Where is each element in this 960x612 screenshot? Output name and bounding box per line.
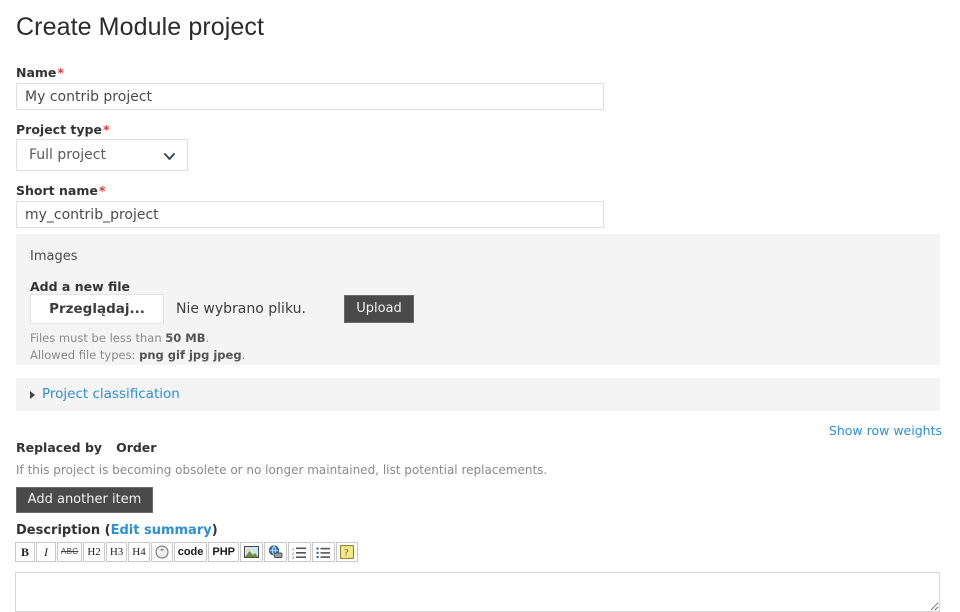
strikethrough-icon[interactable]: ABC bbox=[57, 542, 83, 562]
replaced-by-order-header: Replaced by Order bbox=[16, 440, 156, 455]
max-file-size-prefix: Files must be less than bbox=[30, 331, 166, 345]
chevron-down-icon bbox=[164, 152, 175, 161]
project-classification-summary[interactable]: Project classification bbox=[42, 386, 180, 403]
project-type-label: Project type* bbox=[16, 122, 110, 137]
max-file-size-value: 50 MB bbox=[165, 331, 206, 345]
allowed-file-types-hint: Allowed file types: png gif jpg jpeg. bbox=[30, 348, 245, 362]
italic-icon[interactable]: I bbox=[36, 542, 56, 562]
link-icon[interactable] bbox=[264, 542, 288, 562]
name-label-text: Name bbox=[16, 65, 57, 80]
svg-text:3: 3 bbox=[292, 555, 295, 559]
heading-2-icon[interactable]: H2 bbox=[83, 542, 105, 562]
upload-button[interactable]: Upload bbox=[344, 295, 414, 323]
image-icon[interactable] bbox=[240, 542, 264, 562]
name-required-marker: * bbox=[57, 65, 64, 80]
replaced-by-column-header: Replaced by bbox=[16, 440, 103, 455]
code-icon[interactable]: code bbox=[173, 542, 208, 562]
project-type-select[interactable]: Full project bbox=[16, 139, 188, 171]
project-type-required-marker: * bbox=[102, 122, 110, 137]
editor-toolbar: B I ABC H2 H3 H4 ” code PHP 1 2 3 ? bbox=[15, 542, 359, 562]
heading-3-icon[interactable]: H3 bbox=[105, 542, 128, 562]
project-type-selected-value: Full project bbox=[29, 147, 106, 163]
create-module-project-form: Create Module project Name* Project type… bbox=[0, 0, 960, 612]
svg-text:?: ? bbox=[344, 548, 348, 558]
name-input[interactable] bbox=[16, 83, 604, 110]
add-another-item-button[interactable]: Add another item bbox=[16, 487, 153, 513]
project-type-label-text: Project type bbox=[16, 122, 102, 137]
add-new-file-label: Add a new file bbox=[30, 279, 131, 294]
browse-file-button[interactable]: Przeglądaj... bbox=[30, 294, 164, 324]
bold-icon[interactable]: B bbox=[15, 542, 35, 562]
description-textarea[interactable] bbox=[15, 572, 940, 612]
short-name-input[interactable] bbox=[16, 201, 604, 228]
blockquote-icon[interactable]: ” bbox=[150, 542, 173, 562]
ordered-list-icon[interactable]: 1 2 3 bbox=[288, 542, 312, 562]
show-row-weights-link[interactable]: Show row weights bbox=[829, 423, 942, 438]
php-icon[interactable]: PHP bbox=[208, 542, 240, 562]
short-name-label: Short name* bbox=[16, 183, 105, 198]
images-fieldset: Images Add a new file Przeglądaj... Nie … bbox=[16, 234, 940, 365]
name-label: Name* bbox=[16, 65, 64, 80]
allowed-types-suffix: . bbox=[241, 348, 246, 362]
short-name-label-text: Short name bbox=[16, 183, 98, 198]
images-legend: Images bbox=[30, 249, 78, 264]
description-label: Description (Edit summary) bbox=[16, 523, 218, 538]
description-label-text: Description bbox=[16, 523, 101, 538]
unordered-list-icon[interactable] bbox=[312, 542, 336, 562]
order-column-header: Order bbox=[116, 440, 157, 455]
page-title: Create Module project bbox=[16, 13, 265, 41]
heading-4-icon[interactable]: H4 bbox=[128, 542, 150, 562]
triangle-right-icon bbox=[30, 391, 35, 399]
no-file-selected-text: Nie wybrano pliku. bbox=[176, 301, 306, 317]
description-close-paren: ) bbox=[211, 523, 218, 538]
allowed-types-value: png gif jpg jpeg bbox=[139, 348, 242, 362]
project-classification-details[interactable]: Project classification bbox=[16, 378, 940, 411]
max-file-size-hint: Files must be less than 50 MB. bbox=[30, 331, 209, 345]
max-file-size-suffix: . bbox=[205, 331, 210, 345]
edit-summary-link[interactable]: Edit summary bbox=[111, 523, 212, 538]
help-icon[interactable]: ? bbox=[336, 542, 359, 562]
svg-text:”: ” bbox=[160, 548, 164, 557]
short-name-required-marker: * bbox=[98, 183, 106, 198]
replaced-by-description: If this project is becoming obsolete or … bbox=[16, 463, 548, 477]
allowed-types-prefix: Allowed file types: bbox=[30, 348, 140, 362]
